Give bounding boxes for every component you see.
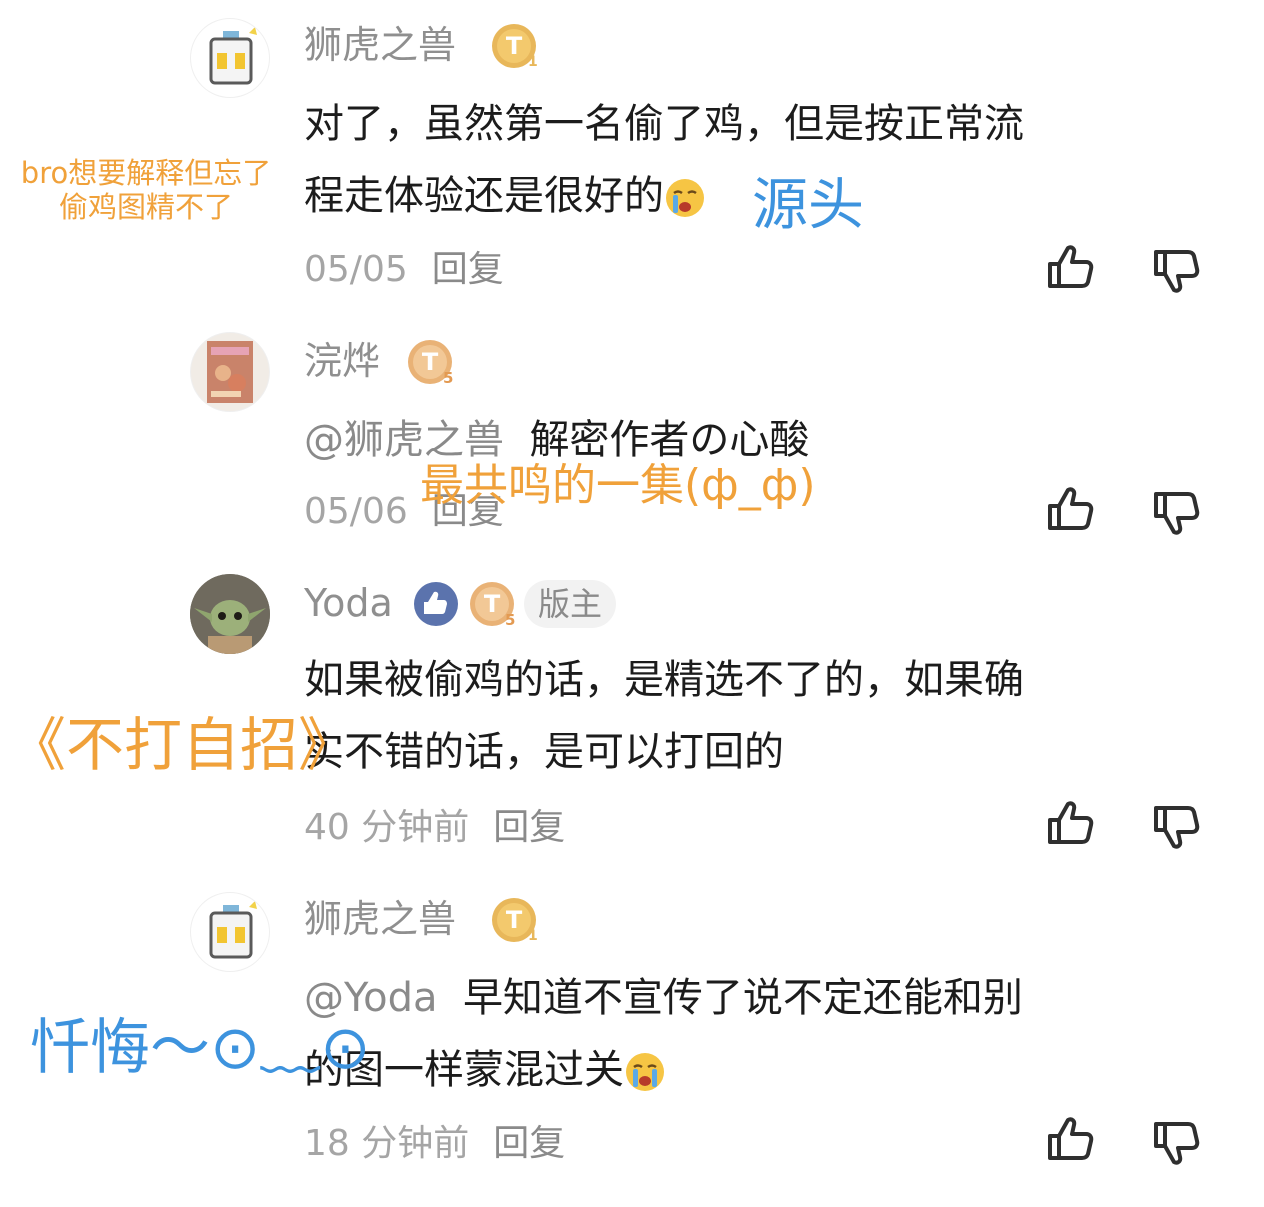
annotation-note: bro想要解释但忘了 偷鸡图精不了 bbox=[20, 156, 272, 224]
thumbs-down-icon[interactable] bbox=[1148, 798, 1204, 854]
svg-text:T: T bbox=[506, 32, 523, 60]
thumbs-up-icon[interactable] bbox=[1042, 796, 1098, 852]
reply-button[interactable]: 回复 bbox=[493, 1123, 565, 1164]
comment-time: 18 分钟前 bbox=[304, 1123, 470, 1164]
svg-text:5: 5 bbox=[505, 611, 515, 628]
comment-time: 40 分钟前 bbox=[304, 807, 470, 848]
robot-avatar-icon bbox=[209, 901, 257, 959]
annotation-note: 忏悔～⊙﹏⊙ bbox=[30, 1013, 371, 1083]
comment-time: 05/06 bbox=[304, 491, 408, 532]
svg-text:T: T bbox=[422, 348, 439, 376]
thumbs-up-badge-icon bbox=[412, 580, 460, 628]
svg-text:1: 1 bbox=[528, 928, 538, 944]
reply-button[interactable]: 回复 bbox=[432, 249, 504, 290]
svg-text:T: T bbox=[506, 906, 523, 934]
mention-link[interactable]: @狮虎之兽 bbox=[304, 417, 504, 463]
user-avatar[interactable] bbox=[190, 892, 270, 972]
username[interactable]: 狮虎之兽 bbox=[304, 22, 456, 68]
thumbs-up-icon[interactable] bbox=[1042, 1112, 1098, 1168]
yoda-avatar-icon bbox=[190, 574, 270, 654]
moderator-badge: 版主 bbox=[524, 580, 617, 628]
comment-meta: 40 分钟前 回复 bbox=[304, 806, 565, 850]
username[interactable]: 狮虎之兽 bbox=[304, 896, 456, 942]
svg-text:T: T bbox=[484, 590, 501, 618]
annotation-note: 《不打自招》 bbox=[8, 711, 357, 779]
user-avatar[interactable] bbox=[190, 18, 270, 98]
annotation-note: 最共鸣的一集(ф_ф) bbox=[420, 460, 816, 511]
reply-button[interactable]: 回复 bbox=[493, 807, 565, 848]
user-avatar[interactable] bbox=[190, 332, 270, 412]
comment-text: 如果被偷鸡的话，是精选不了的，如果确 实不错的话，是可以打回的 bbox=[304, 657, 1024, 775]
crying-emoji-icon bbox=[626, 1053, 664, 1091]
book-cover-avatar-icon bbox=[207, 341, 253, 403]
comment-meta: 18 分钟前 回复 bbox=[304, 1122, 565, 1166]
username[interactable]: 浣烨 bbox=[304, 338, 380, 384]
level-badge-icon: T 1 bbox=[490, 22, 538, 70]
thumbs-down-icon[interactable] bbox=[1148, 242, 1204, 298]
thumbs-down-icon[interactable] bbox=[1148, 484, 1204, 540]
thumbs-down-icon[interactable] bbox=[1148, 1114, 1204, 1170]
username[interactable]: Yoda bbox=[304, 580, 393, 626]
annotation-note: 源头 bbox=[752, 173, 864, 238]
comment-time: 05/05 bbox=[304, 249, 408, 290]
level-badge-icon: T 5 bbox=[406, 338, 454, 387]
robot-avatar-icon bbox=[209, 27, 257, 85]
user-avatar[interactable] bbox=[190, 574, 270, 654]
svg-text:5: 5 bbox=[443, 369, 453, 386]
thumbs-up-icon[interactable] bbox=[1042, 482, 1098, 538]
level-badge-icon: T 5 bbox=[468, 580, 516, 629]
svg-text:1: 1 bbox=[528, 54, 538, 70]
crying-emoji-icon bbox=[666, 179, 704, 217]
comment-text: @Yoda 早知道不宣传了说不定还能和别 的图一样蒙混过关 bbox=[304, 975, 1023, 1093]
thumbs-up-icon[interactable] bbox=[1042, 240, 1098, 296]
level-badge-icon: T 1 bbox=[490, 896, 538, 944]
comment-meta: 05/05 回复 bbox=[304, 248, 504, 292]
